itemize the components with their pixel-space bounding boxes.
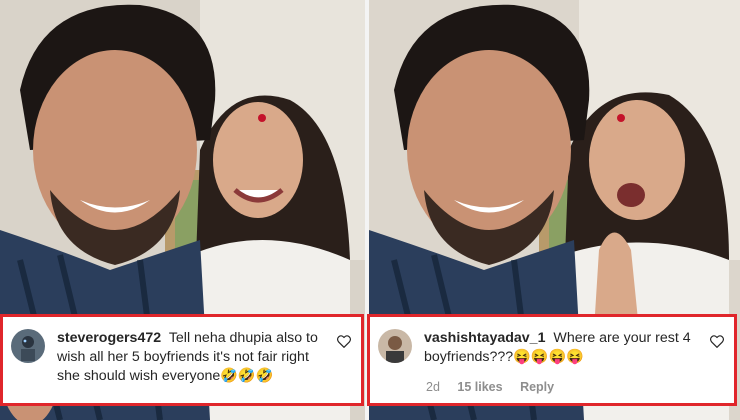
likes-count[interactable]: 15 likes — [457, 380, 502, 394]
comment-username[interactable]: vashishtayadav_1 — [424, 330, 545, 346]
heart-outline-icon[interactable] — [710, 335, 724, 348]
comment-username[interactable]: steverogers472 — [57, 330, 161, 346]
reply-button[interactable]: Reply — [520, 380, 554, 394]
heart-outline-icon[interactable] — [337, 335, 351, 348]
comment-meta: 2d 15 likes Reply — [426, 380, 568, 394]
comment-text: vashishtayadav_1 Where are your rest 4 b… — [424, 329, 706, 367]
avatar[interactable] — [11, 329, 45, 363]
comment-text: steverogers472 Tell neha dhupia also to … — [57, 329, 333, 386]
comment-time: 2d — [426, 380, 440, 394]
avatar[interactable] — [378, 329, 412, 363]
comment-card-right: vashishtayadav_1 Where are your rest 4 b… — [367, 314, 737, 406]
comment-card-left: steverogers472 Tell neha dhupia also to … — [0, 314, 364, 406]
